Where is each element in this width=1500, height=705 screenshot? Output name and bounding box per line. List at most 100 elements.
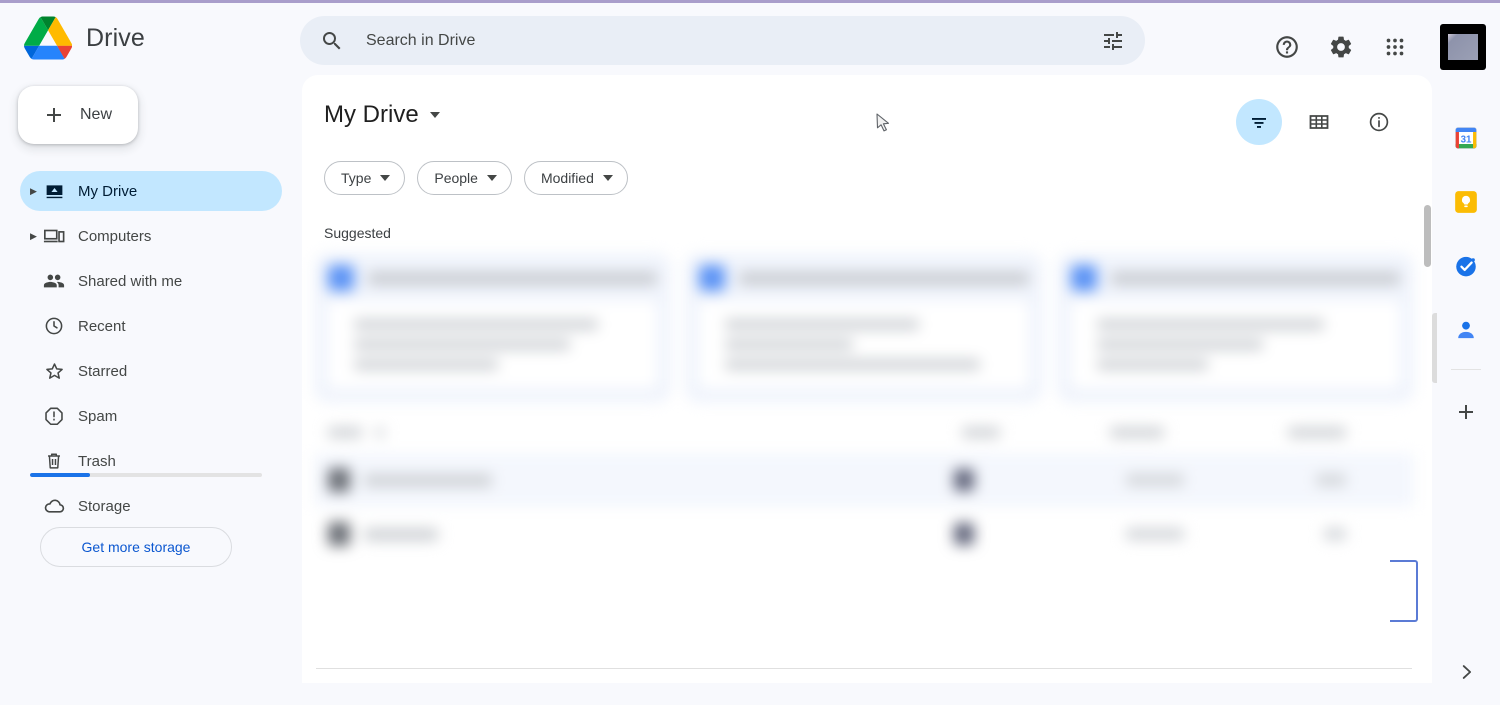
- sidebar-item-label: My Drive: [78, 182, 138, 200]
- sidebar-item-label: Shared with me: [78, 272, 183, 290]
- sidebar-item-label: Trash: [78, 452, 116, 470]
- content-scrollbar[interactable]: [1424, 205, 1431, 475]
- chip-modified[interactable]: Modified: [523, 161, 628, 195]
- list-bottom-divider: [316, 668, 1412, 669]
- sidebar-item-label: Spam: [78, 407, 118, 425]
- page-title-text: My Drive: [324, 101, 419, 128]
- chip-people[interactable]: People: [417, 161, 512, 195]
- suggested-cards: [314, 253, 1414, 403]
- expand-caret-icon[interactable]: ▶: [30, 186, 42, 196]
- add-apps-icon[interactable]: [1454, 400, 1478, 424]
- google-drive-app: Drive Search in Drive New ▶ My Drive ▶ C…: [0, 0, 1500, 705]
- main-content-panel: My Drive Type People Modified Suggested: [302, 75, 1432, 683]
- row-focus-indicator: [1390, 560, 1418, 622]
- get-more-storage-button[interactable]: Get more storage: [40, 527, 232, 567]
- sidebar-item-spam[interactable]: Spam: [20, 396, 282, 436]
- sidebar-item-label: Starred: [78, 362, 128, 380]
- google-drive-logo: [24, 16, 73, 60]
- google-calendar-icon[interactable]: 31: [1453, 125, 1479, 151]
- storage-usage-text: [30, 485, 265, 505]
- file-type-icon: [328, 468, 350, 492]
- star-icon: [42, 359, 66, 383]
- app-header: Drive: [0, 3, 1500, 75]
- scrollbar-thumb[interactable]: [1424, 205, 1431, 267]
- my-drive-icon: [42, 179, 66, 203]
- card-thumbnail: [1070, 301, 1400, 388]
- card-title-redacted: [368, 271, 658, 285]
- info-icon: [1369, 112, 1389, 132]
- file-type-icon: [328, 522, 350, 546]
- chevron-down-icon: [380, 175, 391, 181]
- sidebar: New ▶ My Drive ▶ Computers Shared with m…: [0, 75, 300, 705]
- table-row[interactable]: [314, 507, 1414, 561]
- card-header: [1070, 265, 1400, 291]
- sidebar-item-recent[interactable]: Recent: [20, 306, 282, 346]
- file-list-header: [314, 411, 1414, 453]
- size-redacted: [1316, 474, 1346, 486]
- chevron-right-icon[interactable]: [1455, 661, 1477, 683]
- sidebar-item-my-drive[interactable]: ▶ My Drive: [20, 171, 282, 211]
- suggested-section-label: Suggested: [324, 225, 391, 241]
- help-icon[interactable]: [1274, 34, 1300, 60]
- expand-caret-icon[interactable]: ▶: [30, 231, 42, 241]
- svg-text:31: 31: [1461, 134, 1472, 145]
- google-keep-icon[interactable]: [1453, 189, 1479, 215]
- brand[interactable]: Drive: [24, 16, 145, 60]
- sidebar-item-computers[interactable]: ▶ Computers: [20, 216, 282, 256]
- tune-filter-icon[interactable]: [1101, 29, 1125, 53]
- chip-type[interactable]: Type: [324, 161, 406, 195]
- owner-avatar: [954, 469, 974, 491]
- main-header: My Drive Type People Modified: [302, 75, 1432, 205]
- card-header: [328, 265, 658, 291]
- modified-redacted: [1126, 528, 1184, 540]
- avatar[interactable]: [1440, 24, 1486, 70]
- apps-grid-icon[interactable]: [1382, 34, 1408, 60]
- suggested-card[interactable]: [1056, 253, 1414, 403]
- document-icon: [699, 265, 726, 291]
- rail-divider: [1451, 369, 1481, 370]
- table-row[interactable]: [314, 453, 1414, 507]
- document-icon: [1070, 265, 1097, 291]
- storage-meter[interactable]: [30, 473, 265, 505]
- app-name: Drive: [86, 23, 145, 52]
- clock-icon: [42, 314, 66, 338]
- search-bar[interactable]: [300, 16, 1145, 65]
- filter-list-button[interactable]: [1236, 99, 1282, 145]
- storage-progress-fill: [30, 473, 91, 477]
- size-redacted: [1324, 528, 1346, 540]
- google-tasks-icon[interactable]: [1453, 253, 1479, 279]
- details-info-button[interactable]: [1356, 99, 1402, 145]
- avatar-image: [1448, 34, 1478, 60]
- chevron-down-icon[interactable]: [429, 112, 440, 118]
- search-icon: [323, 31, 341, 49]
- new-button[interactable]: New: [18, 86, 138, 144]
- sidebar-item-starred[interactable]: Starred: [20, 351, 282, 391]
- view-actions: [1236, 99, 1402, 145]
- file-name-redacted: [364, 527, 438, 541]
- owner-avatar: [954, 523, 974, 545]
- sidebar-item-shared-with-me[interactable]: Shared with me: [20, 261, 282, 301]
- card-header: [699, 265, 1029, 291]
- modified-redacted: [1126, 474, 1184, 486]
- suggested-card[interactable]: [314, 253, 672, 403]
- chevron-down-icon: [486, 175, 497, 181]
- gear-icon[interactable]: [1328, 34, 1354, 60]
- card-thumbnail: [328, 301, 658, 388]
- chip-label: People: [434, 170, 478, 186]
- filter-chips: Type People Modified: [324, 161, 628, 195]
- computer-icon: [42, 224, 66, 248]
- file-list: [314, 411, 1414, 561]
- document-icon: [328, 265, 354, 291]
- header-actions: [1274, 24, 1486, 70]
- storage-progress-bar: [30, 473, 262, 477]
- page-title[interactable]: My Drive: [324, 101, 440, 129]
- google-contacts-icon[interactable]: [1453, 317, 1479, 343]
- panel-resize-handle[interactable]: [1432, 313, 1437, 383]
- suggested-card[interactable]: [685, 253, 1043, 403]
- people-icon: [42, 269, 66, 293]
- chevron-down-icon: [602, 175, 613, 181]
- sidebar-item-label: Recent: [78, 317, 126, 335]
- chip-label: Modified: [540, 170, 594, 186]
- search-input[interactable]: [366, 31, 1101, 50]
- grid-view-button[interactable]: [1296, 99, 1342, 145]
